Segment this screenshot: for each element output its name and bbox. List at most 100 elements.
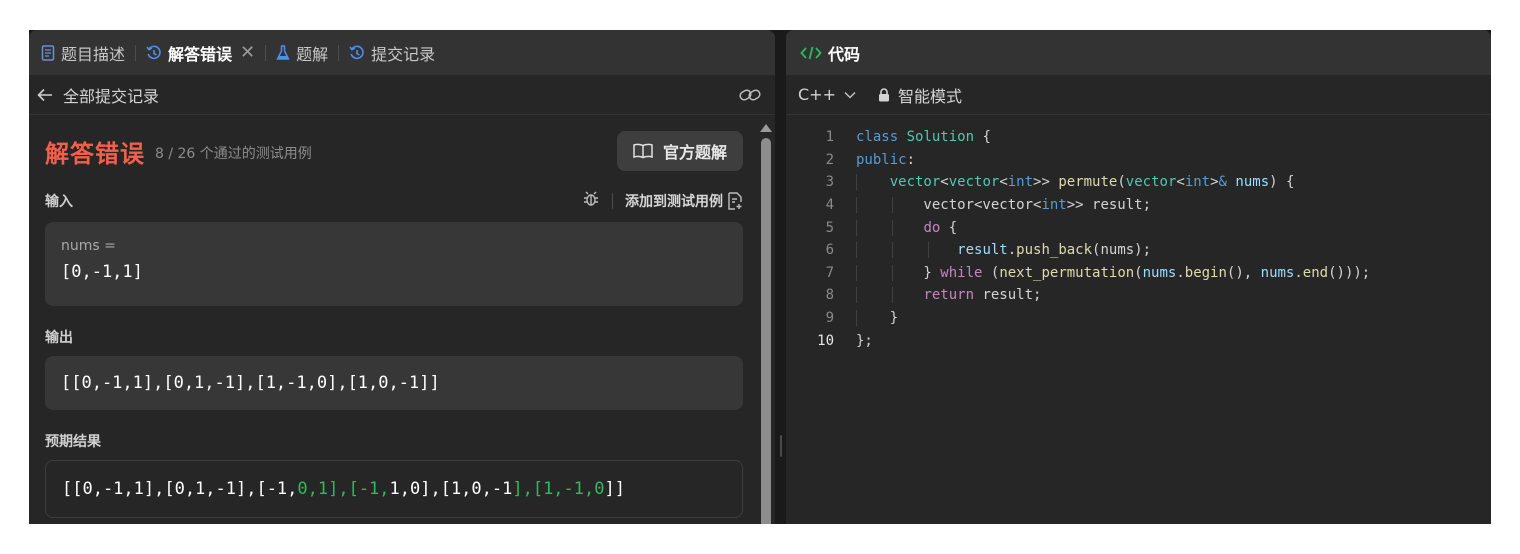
expected-box: [[0,-1,1],[0,1,-1],[-1,0,1],[-1,1,0],[1,…: [45, 460, 743, 518]
language-value: C++: [798, 85, 836, 104]
history-icon: [146, 45, 162, 61]
code-line: 2 public:: [786, 149, 1491, 172]
input-label: 输入: [45, 194, 73, 210]
line-number: 5: [825, 219, 834, 236]
line-number: 1: [825, 129, 834, 146]
code-text: };: [856, 332, 873, 349]
official-solution-label: 官方题解: [662, 143, 727, 162]
scroll-thumb[interactable]: [761, 138, 771, 524]
code-text: result.push_back(nums);: [856, 242, 1151, 259]
output-label: 输出: [45, 330, 73, 346]
link-icon[interactable]: [739, 87, 761, 103]
code-text: public:: [856, 151, 916, 168]
code-line: 8 return result;: [786, 284, 1491, 307]
submission-panel: 题目描述 解答错误 ✕ 题解 提交记录 全部提交记录 解答错误 8 / 26 个…: [29, 30, 775, 524]
tab-wrong-answer[interactable]: 解答错误 ✕: [146, 30, 255, 75]
tab-description-label: 题目描述: [61, 44, 126, 64]
tab-submissions-label: 提交记录: [371, 44, 436, 64]
code-panel: 代码 C++ 智能模式 1 class Solution { 2 public:…: [786, 30, 1491, 524]
submission-subheader: 全部提交记录: [29, 75, 775, 115]
close-icon[interactable]: ✕: [240, 42, 255, 63]
tab-solutions[interactable]: 题解: [276, 30, 328, 75]
add-file-icon: [728, 192, 742, 210]
code-text: } while (next_permutation(nums.begin(), …: [856, 264, 1371, 281]
status-title: 解答错误: [45, 139, 145, 168]
result-header: 解答错误 8 / 26 个通过的测试用例 官方题解: [45, 116, 743, 186]
debug-icon[interactable]: [582, 190, 600, 212]
line-number: 10: [817, 332, 834, 349]
code-icon: [800, 45, 822, 61]
arrow-left-icon: [37, 88, 52, 101]
expected-segment: ]]: [604, 479, 625, 499]
expected-label: 预期结果: [45, 434, 101, 450]
chevron-down-icon: [844, 91, 856, 99]
expected-segment: [[0,-1,1],[0,1,-1],[-1,: [62, 479, 298, 499]
code-line: 5 do {: [786, 216, 1491, 239]
add-testcase-label: 添加到测试用例: [625, 194, 723, 210]
document-icon: [41, 44, 55, 61]
code-line: 4 vector<vector<int>> result;: [786, 194, 1491, 217]
tab-divider: [135, 44, 137, 61]
line-number: 4: [825, 197, 834, 214]
language-select[interactable]: C++: [798, 85, 856, 104]
input-actions: 添加到测试用例: [582, 190, 743, 212]
expected-diff-segment: 0,1],[-1,: [297, 479, 390, 499]
input-label-row: 输入 添加到测试用例: [45, 186, 743, 216]
input-box: nums = [0,-1,1]: [45, 222, 743, 306]
tab-submissions[interactable]: 提交记录: [349, 30, 435, 75]
tab-description[interactable]: 题目描述: [41, 30, 125, 75]
divider: [612, 193, 613, 209]
line-number: 8: [825, 287, 834, 304]
code-line: 3 vector<vector<int>> permute(vector<int…: [786, 171, 1491, 194]
panel-splitter[interactable]: [776, 30, 786, 524]
expected-diff-segment: ],[1,-1,0: [512, 479, 605, 499]
pass-count: 8 / 26 个通过的测试用例: [155, 146, 312, 162]
line-number: 7: [825, 264, 834, 281]
smart-mode-toggle[interactable]: 智能模式: [878, 83, 962, 107]
tab-divider: [265, 44, 267, 61]
add-testcase-button[interactable]: 添加到测试用例: [625, 191, 743, 211]
code-line: 6 result.push_back(nums);: [786, 239, 1491, 262]
code-line: 10 };: [786, 329, 1491, 352]
expected-value: [[0,-1,1],[0,1,-1],[-1,0,1],[-1,1,0],[1,…: [62, 479, 625, 499]
output-box: [[0,-1,1],[0,1,-1],[1,-1,0],[1,0,-1]]: [45, 356, 743, 410]
line-number: 9: [825, 310, 834, 327]
flask-icon: [276, 44, 290, 61]
code-line: 9 }: [786, 307, 1491, 330]
code-text: return result;: [856, 287, 1041, 304]
code-text: vector<vector<int>> result;: [856, 197, 1152, 214]
scrollbar[interactable]: [759, 122, 773, 524]
tab-solutions-label: 题解: [296, 44, 329, 64]
code-text: }: [856, 310, 899, 327]
tab-divider: [338, 44, 340, 61]
book-icon: [633, 143, 653, 159]
code-text: vector<vector<int>> permute(vector<int>&…: [856, 174, 1294, 191]
code-line: 7 } while (next_permutation(nums.begin()…: [786, 262, 1491, 285]
official-solution-button[interactable]: 官方题解: [616, 131, 743, 171]
code-text: class Solution {: [856, 129, 991, 146]
splitter-grip[interactable]: [780, 435, 782, 457]
scroll-up-arrow-icon[interactable]: [760, 124, 772, 132]
code-toolbar: C++ 智能模式: [786, 75, 1491, 115]
result-area: 解答错误 8 / 26 个通过的测试用例 官方题解 输入 添加到测试用例 num…: [29, 116, 759, 524]
nums-value: [0,-1,1]: [61, 262, 143, 282]
output-value: [[0,-1,1],[0,1,-1],[1,-1,0],[1,0,-1]]: [61, 373, 440, 393]
tab-bar: 题目描述 解答错误 ✕ 题解 提交记录: [29, 30, 775, 75]
code-editor[interactable]: 1 class Solution { 2 public: 3 vector<ve…: [786, 126, 1491, 352]
tab-wrong-answer-label: 解答错误: [168, 44, 233, 64]
line-number: 6: [825, 242, 834, 259]
history-icon: [349, 45, 365, 61]
workspace: 题目描述 解答错误 ✕ 题解 提交记录 全部提交记录 解答错误 8 / 26 个…: [29, 30, 1491, 524]
code-header: 代码: [786, 30, 1491, 75]
code-text: do {: [856, 219, 957, 236]
line-number: 3: [825, 174, 834, 191]
back-label: 全部提交记录: [63, 86, 160, 106]
nums-label: nums =: [61, 238, 116, 254]
back-to-submissions-button[interactable]: 全部提交记录: [37, 83, 159, 107]
code-title: 代码: [828, 44, 861, 64]
lock-icon: [878, 87, 889, 101]
line-number: 2: [825, 151, 834, 168]
expected-segment: 1,0],[1,0,-1: [389, 479, 513, 499]
mode-label: 智能模式: [897, 86, 962, 106]
code-line: 1 class Solution {: [786, 126, 1491, 149]
